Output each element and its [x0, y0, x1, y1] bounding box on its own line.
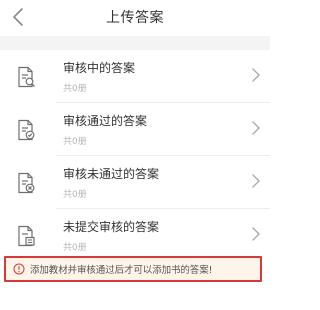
list-item-reviewing[interactable]: 审核中的答案 共0册 [0, 50, 270, 102]
document-list-icon [18, 225, 35, 247]
notice-text: 添加教材并审核通过后才可以添加书的答案! [30, 265, 213, 276]
document-cross-icon [18, 172, 35, 194]
upload-answers-screen: 上传答案 审核中的答案 共0册 审核通过的答案 共0册 审核未通过的答案 共0册… [0, 0, 270, 310]
list-item-approved[interactable]: 审核通过的答案 共0册 [0, 103, 270, 155]
document-search-icon [18, 66, 35, 88]
item-label: 未提交审核的答案 [63, 220, 160, 234]
page-title: 上传答案 [106, 10, 164, 26]
alert-circle-icon [13, 263, 25, 275]
item-label: 审核中的答案 [63, 61, 136, 75]
item-label: 审核未通过的答案 [63, 167, 160, 181]
list-item-unsubmitted[interactable]: 未提交审核的答案 共0册 [0, 209, 270, 261]
section-gap [0, 36, 270, 50]
chevron-right-icon [252, 227, 260, 241]
chevron-right-icon [252, 174, 260, 188]
document-check-icon [18, 119, 35, 141]
item-count: 共0册 [63, 190, 87, 200]
bottom-area [0, 282, 270, 310]
item-count: 共0册 [63, 243, 87, 253]
item-count: 共0册 [63, 137, 87, 147]
chevron-right-icon [252, 68, 260, 82]
nav-bar: 上传答案 [0, 0, 270, 36]
notice-banner: 添加教材并审核通过后才可以添加书的答案! [4, 256, 262, 282]
item-count: 共0册 [63, 84, 87, 94]
item-label: 审核通过的答案 [63, 114, 148, 128]
chevron-right-icon [252, 121, 260, 135]
list-item-rejected[interactable]: 审核未通过的答案 共0册 [0, 156, 270, 208]
